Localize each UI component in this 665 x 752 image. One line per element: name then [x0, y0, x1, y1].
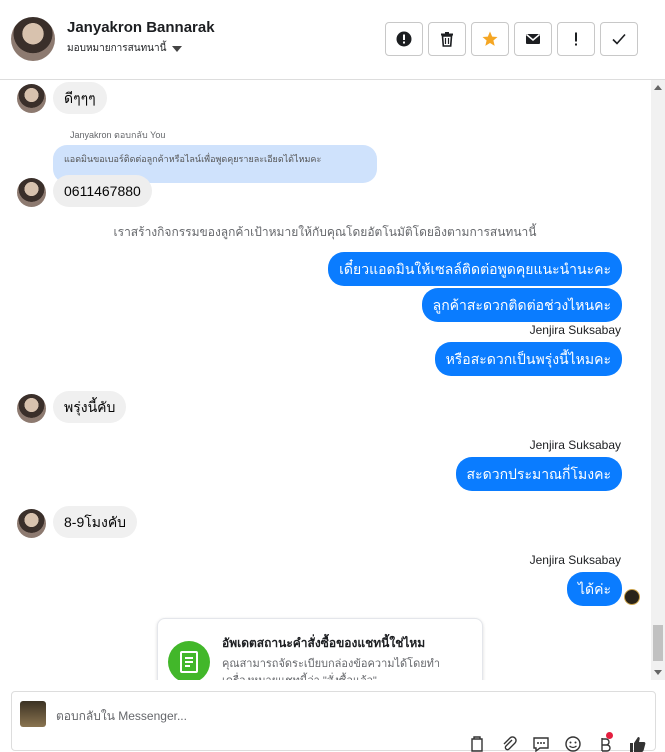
outgoing-message[interactable]: ลูกค้าสะดวกติดต่อช่วงไหนคะ — [421, 288, 622, 322]
attachment-icon[interactable] — [499, 736, 519, 752]
exclamation-icon — [575, 32, 577, 46]
sender-avatar — [17, 394, 46, 423]
card-description: คุณสามารถจัดระเบียบกล่องข้อความได้โดยทำเ… — [222, 658, 441, 680]
assign-label: มอบหมายการสนทนานี้ — [67, 43, 167, 54]
mark-spam-button[interactable] — [385, 22, 423, 56]
incoming-message[interactable]: 8-9โมงคับ — [53, 506, 138, 538]
emoji-icon[interactable] — [563, 736, 583, 752]
incoming-message[interactable]: 0611467880 — [53, 175, 152, 207]
incoming-message[interactable]: พรุ่งนี้คับ — [53, 391, 127, 423]
check-icon — [612, 33, 626, 45]
order-receipt-icon — [168, 641, 210, 680]
saved-replies-icon[interactable] — [467, 736, 487, 752]
message-thread[interactable]: ดีๆๆๆ Janyakron ตอบกลับ You แอดมินขอเบอร… — [0, 80, 665, 680]
payment-icon[interactable] — [595, 736, 615, 752]
seen-avatar — [624, 589, 640, 605]
outgoing-message[interactable]: หรือสะดวกเป็นพรุ่งนี้ไหมคะ — [434, 342, 622, 376]
scroll-thumb[interactable] — [653, 625, 663, 661]
scroll-down-arrow-icon[interactable] — [654, 670, 662, 675]
caret-down-icon — [172, 45, 183, 52]
chat-bubble-icon[interactable] — [531, 736, 551, 752]
conversation-header: Janyakron Bannarak มอบหมายการสนทนานี้ — [0, 0, 665, 80]
envelope-icon — [526, 33, 540, 44]
system-note: เราสร้างกิจกรรมของลูกค้าเป้าหมายให้กับคุ… — [113, 225, 537, 239]
sender-name: Jenjira Suksabay — [529, 323, 621, 337]
sender-name: Jenjira Suksabay — [529, 553, 621, 567]
sender-avatar — [17, 178, 46, 207]
reply-label: Janyakron ตอบกลับ You — [70, 130, 166, 140]
sender-avatar — [17, 84, 46, 113]
delete-button[interactable] — [428, 22, 466, 56]
contact-name[interactable]: Janyakron Bannarak — [67, 19, 215, 36]
sender-name: Jenjira Suksabay — [529, 438, 621, 452]
star-button[interactable] — [471, 22, 509, 56]
notification-dot — [606, 732, 613, 739]
contact-avatar[interactable] — [11, 17, 55, 61]
message-composer[interactable]: ตอบกลับใน Messenger... — [11, 691, 656, 752]
composer-toolbar — [467, 736, 647, 752]
assign-conversation-dropdown[interactable]: มอบหมายการสนทนานี้ — [67, 41, 183, 56]
sender-avatar — [17, 509, 46, 538]
order-status-card[interactable]: อัพเดตสถานะคำสั่งซื้อของแชทนี้ใช่ไหม คุณ… — [157, 618, 483, 680]
thread-scrollbar[interactable] — [651, 80, 665, 680]
incoming-message[interactable]: ดีๆๆๆ — [53, 82, 107, 114]
page-avatar — [20, 701, 46, 727]
outgoing-message[interactable]: สะดวกประมาณกี่โมงคะ — [455, 457, 622, 491]
card-title: อัพเดตสถานะคำสั่งซื้อของแชทนี้ใช่ไหม — [222, 636, 426, 650]
like-thumb-icon[interactable] — [627, 736, 647, 752]
spam-icon — [396, 31, 412, 47]
mark-done-button[interactable] — [600, 22, 638, 56]
outgoing-message[interactable]: เดี๋ยวแอดมินให้เซลล์ติดต่อพูดคุยแนะนำนะค… — [328, 252, 622, 286]
star-icon — [482, 31, 498, 46]
mark-unread-button[interactable] — [514, 22, 552, 56]
composer-input[interactable]: ตอบกลับใน Messenger... — [56, 707, 187, 726]
follow-up-button[interactable] — [557, 22, 595, 56]
trash-icon — [441, 32, 453, 47]
outgoing-message[interactable]: ได้ค่ะ — [566, 572, 622, 606]
scroll-up-arrow-icon[interactable] — [654, 85, 662, 90]
conversation-toolbar — [385, 22, 638, 56]
